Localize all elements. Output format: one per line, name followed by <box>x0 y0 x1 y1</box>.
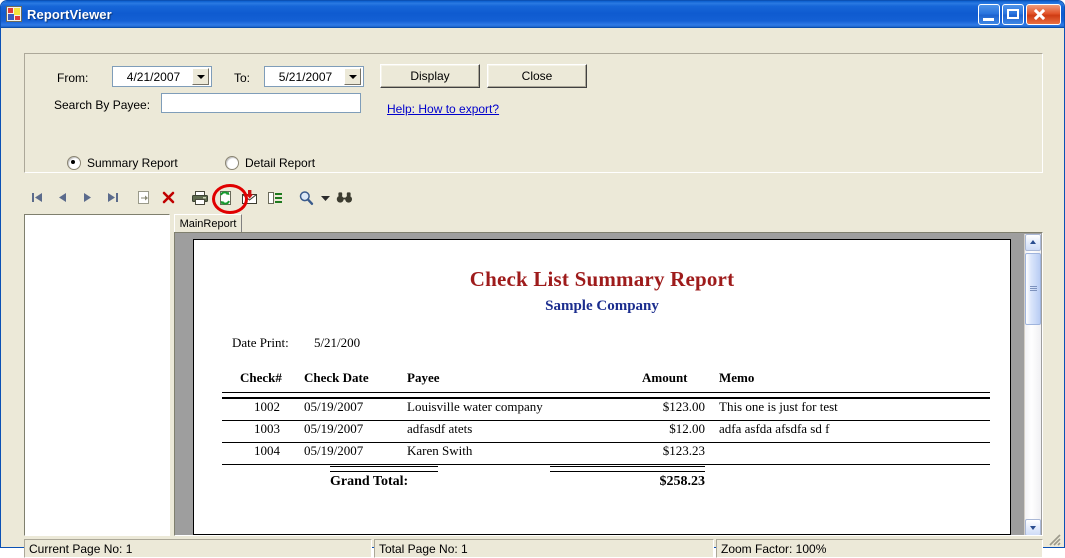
grand-total-rule-right <box>550 466 705 472</box>
from-label: From: <box>57 71 89 85</box>
search-input[interactable] <box>161 93 361 113</box>
to-label: To: <box>234 71 251 85</box>
criteria-panel: From: 4/21/2007 To: 5/21/2007 Display Cl… <box>24 53 1043 173</box>
cell-amount: $123.23 <box>662 443 705 458</box>
column-header-payee: Payee <box>407 370 440 385</box>
cell-check-date: 05/19/2007 <box>304 399 364 414</box>
status-total-page: Total Page No: 1 <box>374 539 714 558</box>
go-to-page-icon[interactable] <box>132 187 155 209</box>
next-page-icon[interactable] <box>76 187 99 209</box>
cell-check-no: 1002 <box>254 399 280 414</box>
title-bar: ReportViewer <box>1 1 1064 28</box>
report-page: Check List Summary Report Sample Company… <box>193 239 1011 535</box>
report-viewer-area: Check List Summary Report Sample Company… <box>174 232 1043 536</box>
previous-page-icon[interactable] <box>51 187 74 209</box>
column-header-check-no: Check# <box>240 370 282 385</box>
cell-amount: $12.00 <box>669 421 705 436</box>
stop-icon[interactable] <box>157 187 180 209</box>
minimize-button[interactable] <box>978 4 1000 25</box>
radio-detail-report[interactable]: Detail Report <box>225 156 315 170</box>
table-row: 1004 05/19/2007 Karen Swith $123.23 <box>222 443 990 465</box>
radio-dot-icon <box>225 156 239 170</box>
date-print: Date Print: 5/21/200 <box>232 335 360 351</box>
date-print-label: Date Print: <box>232 335 289 350</box>
cell-payee: Louisville water company <box>407 399 543 414</box>
cell-check-date: 05/19/2007 <box>304 443 364 458</box>
radio-summary-report[interactable]: Summary Report <box>67 156 178 170</box>
window-title: ReportViewer <box>27 6 112 22</box>
cell-check-date: 05/19/2007 <box>304 421 364 436</box>
chevron-down-icon[interactable] <box>344 68 361 85</box>
table-header-rule <box>222 392 990 399</box>
resize-grip-icon <box>1049 534 1061 546</box>
first-page-icon[interactable] <box>26 187 49 209</box>
cell-amount: $123.00 <box>662 399 705 414</box>
close-button-form[interactable]: Close <box>487 64 587 88</box>
report-viewer-window: ReportViewer From: 4/21/2007 To: 5/21/20… <box>0 0 1065 558</box>
last-page-icon[interactable] <box>101 187 124 209</box>
display-button[interactable]: Display <box>380 64 480 88</box>
grand-total-label: Grand Total: <box>330 474 409 489</box>
chevron-down-icon[interactable] <box>192 68 209 85</box>
grand-total-value: $258.23 <box>659 474 706 489</box>
column-header-check-date: Check Date <box>304 370 369 385</box>
report-viewer-icon <box>6 6 22 22</box>
column-header-memo: Memo <box>719 370 755 385</box>
report-table: Check# Check Date Payee Amount Memo 1002… <box>222 370 990 465</box>
radio-dot-icon <box>67 156 81 170</box>
help-how-to-export-link[interactable]: Help: How to export? <box>387 102 499 116</box>
cell-check-no: 1004 <box>254 443 280 458</box>
report-toolbar <box>24 183 1043 212</box>
date-print-value: 5/21/200 <box>313 335 361 350</box>
report-title: Check List Summary Report <box>469 267 735 291</box>
window-controls <box>978 4 1061 25</box>
cell-payee: Karen Swith <box>407 443 473 458</box>
scrollbar-grip-icon <box>1030 286 1037 292</box>
scroll-down-icon[interactable] <box>1025 519 1041 535</box>
status-bar: Current Page No: 1 Total Page No: 1 Zoom… <box>24 539 1043 558</box>
scroll-up-icon[interactable] <box>1025 234 1041 251</box>
to-date-combo[interactable]: 5/21/2007 <box>264 66 364 87</box>
cell-memo: adfa asfda afsdfa sd f <box>719 421 830 436</box>
tab-main-report[interactable]: MainReport <box>174 214 242 232</box>
cell-memo: This one is just for test <box>719 399 838 414</box>
group-tree-panel[interactable] <box>24 214 170 536</box>
search-text-icon[interactable] <box>333 187 356 209</box>
report-vertical-scrollbar[interactable] <box>1024 234 1041 535</box>
cell-check-no: 1003 <box>254 421 280 436</box>
zoom-dropdown-icon[interactable] <box>319 187 331 209</box>
search-by-payee-label: Search By Payee: <box>54 98 151 112</box>
to-date-value: 5/21/2007 <box>278 69 333 84</box>
export-icon[interactable] <box>238 187 261 209</box>
radio-summary-label: Summary Report <box>87 156 178 170</box>
print-icon[interactable] <box>188 187 211 209</box>
close-button[interactable] <box>1026 4 1061 25</box>
column-header-amount: Amount <box>642 370 688 385</box>
toggle-group-tree-icon[interactable] <box>263 187 286 209</box>
status-zoom-factor: Zoom Factor: 100% <box>716 539 1043 558</box>
table-header-row: Check# Check Date Payee Amount Memo <box>222 370 990 392</box>
status-current-page: Current Page No: 1 <box>24 539 372 558</box>
maximize-button[interactable] <box>1002 4 1024 25</box>
refresh-icon[interactable] <box>213 187 236 209</box>
scrollbar-thumb[interactable] <box>1025 253 1041 325</box>
grand-total-rule-left <box>330 466 438 472</box>
radio-detail-label: Detail Report <box>245 156 316 170</box>
table-row: 1003 05/19/2007 adfasdf atets $12.00 adf… <box>222 421 990 443</box>
from-date-combo[interactable]: 4/21/2007 <box>112 66 212 87</box>
cell-payee: adfasdf atets <box>407 421 473 436</box>
client-area: From: 4/21/2007 To: 5/21/2007 Display Cl… <box>2 28 1063 558</box>
report-subtitle: Sample Company <box>545 298 659 314</box>
grand-total-section: Grand Total: $258.23 <box>222 466 990 496</box>
from-date-value: 4/21/2007 <box>126 69 181 84</box>
table-row: 1002 05/19/2007 Louisville water company… <box>222 399 990 421</box>
zoom-icon[interactable] <box>294 187 317 209</box>
